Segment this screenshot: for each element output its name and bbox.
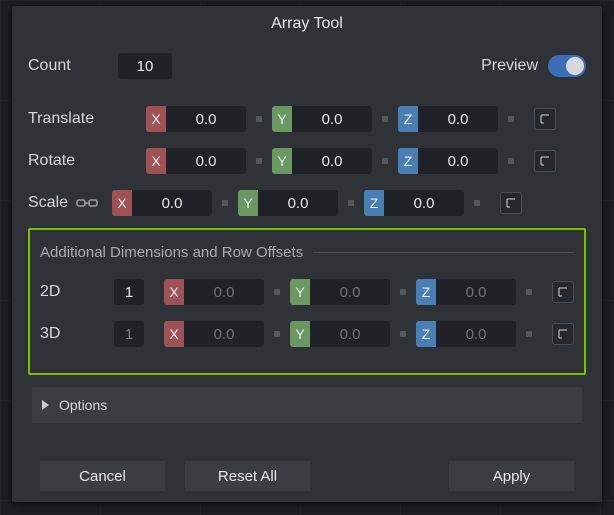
preview-label: Preview: [481, 57, 538, 75]
link-dot: [256, 116, 262, 122]
rotate-row: Rotate X0.0 Y0.0 Z0.0: [28, 140, 586, 182]
d2-transform-button[interactable]: [552, 281, 574, 303]
array-tool-panel: Array Tool Count 10 Preview Translate X0…: [12, 6, 602, 502]
scale-row: Scale X0.0 Y0.0 Z0.0: [28, 182, 586, 224]
count-input[interactable]: 10: [118, 53, 172, 79]
rotate-z-input[interactable]: 0.0: [418, 148, 498, 174]
link-dot: [400, 331, 406, 337]
link-dot: [474, 200, 480, 206]
link-dot: [274, 289, 280, 295]
axis-x-badge: X: [146, 106, 166, 132]
footer: Cancel Reset All Apply: [28, 461, 586, 491]
axis-x-badge: X: [164, 279, 184, 305]
axis-z-badge: Z: [416, 321, 436, 347]
rotate-y-input[interactable]: 0.0: [292, 148, 372, 174]
axis-x-badge: X: [146, 148, 166, 174]
label-2d: 2D: [40, 283, 112, 301]
rotate-label: Rotate: [28, 152, 116, 170]
count-label: Count: [28, 57, 116, 75]
d3-transform-button[interactable]: [552, 323, 574, 345]
translate-row: Translate X0.0 Y0.0 Z0.0: [28, 98, 586, 140]
link-dot: [348, 200, 354, 206]
row-2d: 2D 1 X0.0 Y0.0 Z0.0: [40, 271, 574, 313]
axis-z-badge: Z: [398, 106, 418, 132]
row-3d: 3D 1 X0.0 Y0.0 Z0.0: [40, 313, 574, 355]
scale-y-input[interactable]: 0.0: [258, 190, 338, 216]
link-dot: [274, 331, 280, 337]
d3-y-input[interactable]: 0.0: [310, 321, 390, 347]
link-dot: [526, 331, 532, 337]
rotate-transform-button[interactable]: [534, 150, 556, 172]
cancel-button[interactable]: Cancel: [40, 461, 165, 491]
axis-y-badge: Y: [272, 148, 292, 174]
translate-transform-button[interactable]: [534, 108, 556, 130]
axis-y-badge: Y: [290, 279, 310, 305]
axis-z-badge: Z: [416, 279, 436, 305]
link-dot: [508, 158, 514, 164]
additional-dimensions-group: Additional Dimensions and Row Offsets 2D…: [28, 228, 586, 375]
link-dot: [256, 158, 262, 164]
link-dot: [382, 158, 388, 164]
count-2d-input[interactable]: 1: [114, 279, 144, 305]
translate-label: Translate: [28, 110, 116, 128]
options-header[interactable]: Options: [32, 387, 582, 423]
translate-x-input[interactable]: 0.0: [166, 106, 246, 132]
count-3d-input[interactable]: 1: [114, 321, 144, 347]
translate-z-input[interactable]: 0.0: [418, 106, 498, 132]
reset-all-button[interactable]: Reset All: [185, 461, 310, 491]
link-dot: [400, 289, 406, 295]
axis-z-badge: Z: [364, 190, 384, 216]
link-dot: [222, 200, 228, 206]
link-dot: [382, 116, 388, 122]
d3-z-input[interactable]: 0.0: [436, 321, 516, 347]
scale-label: Scale: [28, 194, 68, 212]
axis-y-badge: Y: [272, 106, 292, 132]
group-title-text: Additional Dimensions and Row Offsets: [40, 244, 303, 261]
d2-z-input[interactable]: 0.0: [436, 279, 516, 305]
scale-transform-button[interactable]: [500, 192, 522, 214]
axis-y-badge: Y: [238, 190, 258, 216]
d3-x-input[interactable]: 0.0: [184, 321, 264, 347]
axis-z-badge: Z: [398, 148, 418, 174]
preview-toggle[interactable]: [548, 55, 586, 77]
link-icon[interactable]: [76, 196, 98, 210]
panel-title: Array Tool: [12, 6, 602, 42]
expand-triangle-icon: [42, 400, 49, 410]
count-preview-row: Count 10 Preview: [28, 42, 586, 90]
scale-z-input[interactable]: 0.0: [384, 190, 464, 216]
axis-x-badge: X: [112, 190, 132, 216]
d2-y-input[interactable]: 0.0: [310, 279, 390, 305]
scale-x-input[interactable]: 0.0: [132, 190, 212, 216]
apply-button[interactable]: Apply: [449, 461, 574, 491]
label-3d: 3D: [40, 325, 112, 343]
options-label: Options: [59, 397, 107, 413]
link-dot: [508, 116, 514, 122]
group-title: Additional Dimensions and Row Offsets: [40, 244, 574, 261]
rotate-x-input[interactable]: 0.0: [166, 148, 246, 174]
d2-x-input[interactable]: 0.0: [184, 279, 264, 305]
link-dot: [526, 289, 532, 295]
axis-y-badge: Y: [290, 321, 310, 347]
toggle-knob: [566, 57, 584, 75]
axis-x-badge: X: [164, 321, 184, 347]
translate-y-input[interactable]: 0.0: [292, 106, 372, 132]
